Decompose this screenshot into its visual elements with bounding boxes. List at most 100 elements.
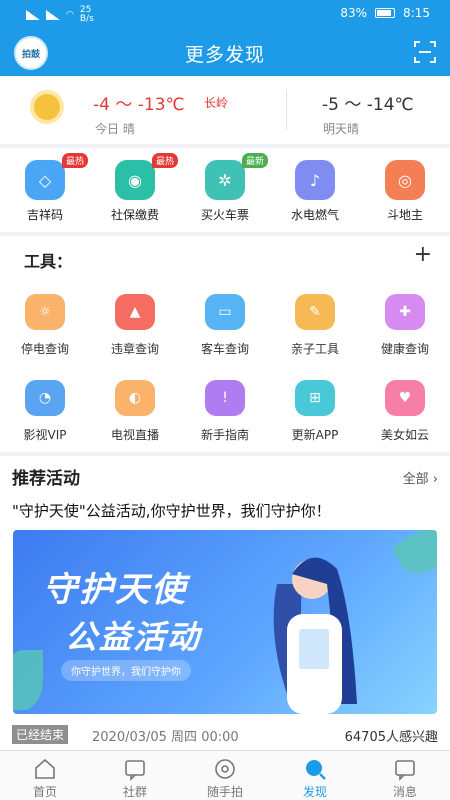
tomorrow-weather: 明天晴 (323, 122, 360, 136)
ticket-icon: ✎ (295, 294, 335, 330)
banner-line-1: 守护天使 (43, 570, 187, 610)
sun-icon (34, 94, 60, 120)
tool-item[interactable]: ✎ 亲子工具 (270, 294, 360, 380)
status-bar: ◠ 25 B/s 83% 8:15 (0, 0, 450, 28)
health-icon: ✚ (385, 294, 425, 330)
quick-item-label: 社保缴费 (110, 208, 159, 222)
tab-label: 消息 (392, 785, 417, 799)
tab-item[interactable]: 发现 (270, 751, 360, 800)
quick-services: ◇ 最热 吉祥码 ◉ 最热 社保缴费 ✲ 最新 买火车票 ♪ 水电燃气 ◎ 斗地主 (0, 148, 450, 232)
city-name: 长岭 (204, 96, 229, 110)
banner-line-2: 公益活动 (65, 618, 202, 656)
tool-item[interactable]: ▭ 客车查询 (180, 294, 270, 380)
tab-item[interactable]: 消息 (360, 751, 450, 800)
tab-item[interactable]: 首页 (0, 751, 90, 800)
location-icon: ◉ (115, 160, 155, 200)
bus-icon: ▭ (205, 294, 245, 330)
tab-label: 随手拍 (206, 785, 243, 799)
status-badge: 已经结束 (12, 725, 69, 744)
leaf-decoration (391, 530, 437, 583)
film-icon: ◔ (25, 380, 65, 416)
tool-item-label: 停电查询 (20, 342, 69, 356)
guide-icon: ! (205, 380, 245, 416)
tab-label: 发现 (302, 785, 327, 799)
alarm-icon: ▲ (115, 294, 155, 330)
tool-item[interactable]: ✚ 健康查询 (360, 294, 450, 380)
battery-percent: 83% (340, 6, 368, 20)
bell-icon: ♪ (295, 160, 335, 200)
doctor-illustration (273, 557, 357, 714)
tab-label: 首页 (32, 785, 57, 799)
tab-item[interactable]: 随手拍 (180, 751, 270, 800)
message-icon (395, 760, 415, 781)
tool-item-label: 亲子工具 (290, 342, 339, 356)
add-icon[interactable]: + (414, 242, 432, 267)
battery-icon (375, 8, 396, 18)
update-icon: ⊞ (295, 380, 335, 416)
tool-item-label: 健康查询 (380, 342, 429, 356)
qr-code-icon: ◇ (25, 160, 65, 200)
tab-label: 社群 (122, 785, 147, 799)
quick-item[interactable]: ◇ 最热 吉祥码 (0, 148, 90, 232)
tools-section: 工具： + ☼ 停电查询 ▲ 违章查询 ▭ 客车查询 ✎ 亲子工具 ✚ 健康查询 ◔ 影视VIP ◐ 电视… (0, 236, 450, 452)
quick-item-label: 吉祥码 (26, 208, 63, 222)
scan-icon[interactable] (414, 41, 436, 63)
heart-icon: ♥ (385, 380, 425, 416)
today-weather: 今日 晴 (95, 122, 135, 136)
tool-item[interactable]: ◔ 影视VIP (0, 380, 90, 466)
banner-slogan: 你守护世界，我们守护你 (61, 660, 191, 681)
tab-item[interactable]: 社群 (90, 751, 180, 800)
tv-icon: ◐ (115, 380, 155, 416)
weather-panel[interactable]: -4 ～ -13℃ 长岭 今日 晴 -5 ～ -14℃ 明天晴 (0, 76, 450, 144)
divider (286, 90, 287, 130)
hot-badge: 最热 (152, 153, 179, 168)
tool-item-label: 新手指南 (200, 428, 249, 442)
tool-item[interactable]: ▲ 违章查询 (90, 294, 180, 380)
hot-badge: 最新 (242, 153, 269, 168)
signal-indicators: ◠ 25 B/s (26, 6, 94, 24)
quick-item-label: 水电燃气 (290, 208, 339, 222)
tools-grid: ☼ 停电查询 ▲ 违章查询 ▭ 客车查询 ✎ 亲子工具 ✚ 健康查询 ◔ 影视VIP ◐ 电视直播! 新手指… (0, 294, 450, 466)
train-icon: ✲ (205, 160, 245, 200)
tool-item-label: 违章查询 (110, 342, 159, 356)
tools-title: 工具： (24, 252, 73, 271)
discover-icon (306, 760, 326, 780)
tool-item-label: 影视VIP (23, 428, 67, 442)
camera-icon (215, 759, 235, 779)
interest-count: 64705人感兴趣 (344, 730, 438, 745)
quick-item[interactable]: ◎ 斗地主 (360, 148, 450, 232)
tool-item[interactable]: ◐ 电视直播 (90, 380, 180, 466)
page-title: 更多发现 (184, 44, 265, 66)
tool-item-label: 电视直播 (110, 428, 159, 442)
tomorrow-temperature: -5 ～ -14℃ (322, 95, 414, 115)
quick-item[interactable]: ✲ 最新买火车票 (180, 148, 270, 232)
tool-item[interactable]: ⊞ 更新APP (270, 380, 360, 466)
promo-title: 推荐活动 (12, 469, 80, 489)
today-temperature: -4 ～ -13℃ (93, 95, 185, 115)
signal-icon (26, 10, 40, 20)
view-all-link[interactable]: 全部 › (403, 468, 438, 487)
clock: 8:15 (403, 6, 430, 20)
tool-item[interactable]: ♥ 美女如云 (360, 380, 450, 466)
event-date: 2020/03/05 周四 00:00 (92, 730, 239, 745)
promo-meta: 已经结束 2020/03/05 周四 00:00 64705人感兴趣 (12, 724, 438, 745)
tool-item-label: 美女如云 (380, 428, 429, 442)
tool-item-label: 客车查询 (200, 342, 249, 356)
bottom-tab-bar: 首页 社群 随手拍 发现 消息 (0, 750, 450, 800)
power-icon: ☼ (25, 294, 65, 330)
quick-item-label: 买火车票 (200, 208, 249, 222)
tool-item[interactable]: ☼ 停电查询 (0, 294, 90, 380)
promo-banner[interactable]: 守护天使 公益活动 你守护世界，我们守护你 (13, 530, 437, 714)
leaf-decoration (13, 650, 43, 710)
signal-icon (46, 10, 60, 20)
quick-item[interactable]: ◉ 最热社保缴费 (90, 148, 180, 232)
promo-headline[interactable]: "守护天使"公益活动,你守护世界，我们守护你！ (12, 500, 331, 521)
network-speed: 25 B/s (79, 5, 94, 24)
quick-item[interactable]: ♪ 水电燃气 (270, 148, 360, 232)
tool-item[interactable]: ! 新手指南 (180, 380, 270, 466)
community-icon (125, 760, 145, 781)
quick-item-label: 斗地主 (386, 208, 423, 222)
promo-section: 推荐活动 全部 › "守护天使"公益活动,你守护世界，我们守护你！ 守护天使 公… (0, 456, 450, 750)
cards-icon: ◎ (385, 160, 425, 200)
app-header: 拍鼓 更多发现 (0, 28, 450, 76)
